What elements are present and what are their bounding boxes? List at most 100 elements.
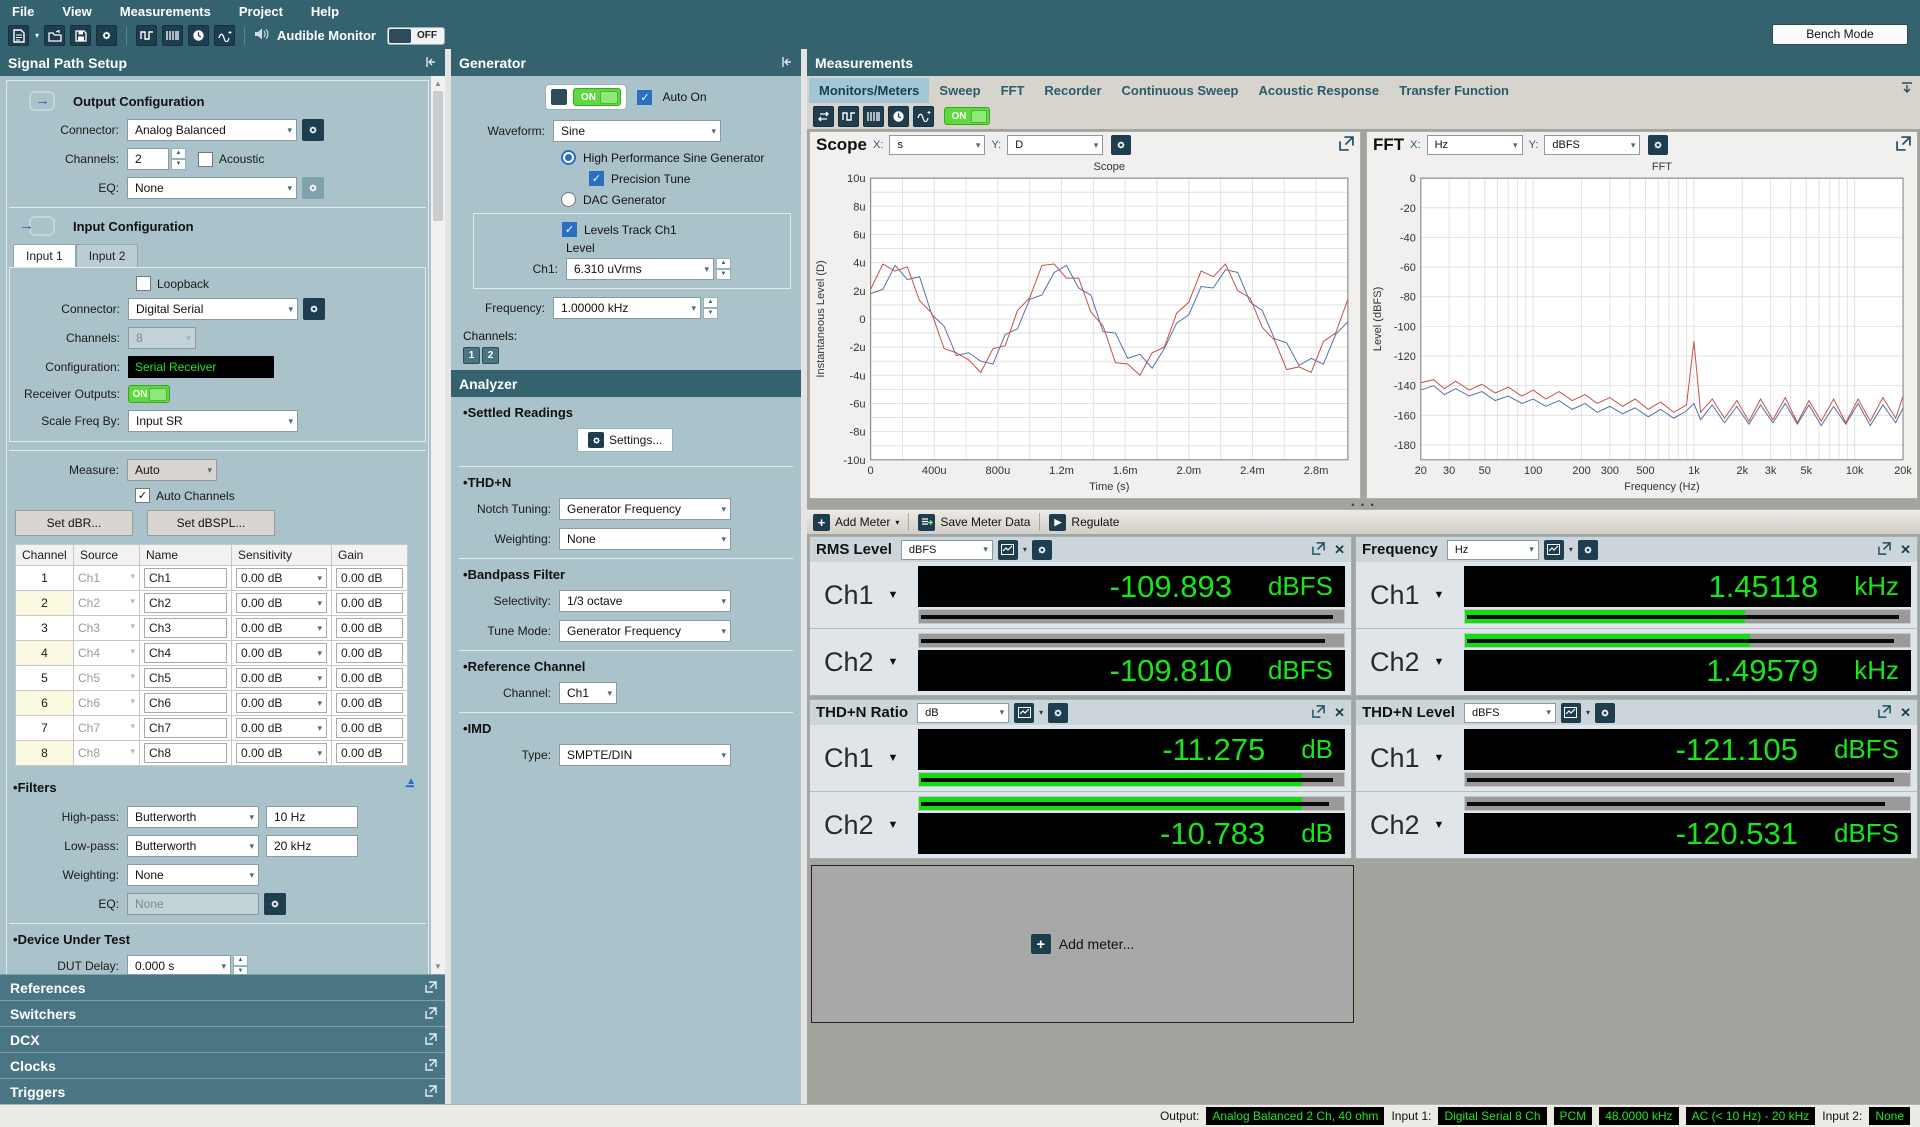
digital-bars-icon[interactable] [162,25,184,46]
low-pass-select[interactable]: Butterworth ▾ [127,835,259,857]
sensitivity-select[interactable]: 0.00 dB ▾ [236,643,327,663]
gain-select[interactable]: 0.00 dB [336,568,403,588]
meter-graph-icon[interactable] [997,539,1018,560]
ref-channel-select[interactable]: Ch1 ▾ [559,682,617,704]
high-pass-freq-input[interactable]: 10 Hz [266,806,358,828]
meter-settings-icon[interactable] [1594,702,1615,723]
low-pass-freq-input[interactable]: 20 kHz [266,835,358,857]
digital-bars-icon[interactable] [863,105,884,127]
audible-monitor-toggle[interactable]: OFF [386,26,445,45]
square-wave-icon[interactable] [838,105,859,127]
settled-settings-button[interactable]: Settings... [577,428,674,452]
meter-close-icon[interactable]: ✕ [1900,705,1911,721]
menu-help[interactable]: Help [311,4,339,19]
scope-y-units-select[interactable]: D ▾ [1007,135,1104,155]
gain-select[interactable]: 0.00 dB [336,643,403,663]
meter-close-icon[interactable]: ✕ [1334,705,1345,721]
meter-unit-select[interactable]: dBFS ▾ [1463,702,1556,723]
open-project-icon[interactable] [44,25,66,46]
section-clocks[interactable]: Clocks [0,1052,445,1078]
output-connector-settings-icon[interactable] [302,119,324,141]
tab-input-1[interactable]: Input 1 [13,244,76,267]
meter-graph-icon[interactable] [1543,539,1564,560]
gain-select[interactable]: 0.00 dB [336,693,403,713]
name-input[interactable]: Ch5 [144,668,227,688]
save-meter-data-button[interactable]: Save Meter Data [918,513,1030,531]
filters-eq-settings-icon[interactable] [264,893,286,915]
sensitivity-select[interactable]: 0.00 dB ▾ [236,743,327,763]
tab-fft[interactable]: FFT [991,78,1035,103]
sensitivity-select[interactable]: 0.00 dB ▾ [236,568,327,588]
meter-settings-icon[interactable] [1048,702,1069,723]
meter-unit-select[interactable]: dB ▾ [917,702,1010,723]
channel-selector[interactable]: Ch2 ▼ [1356,792,1464,858]
save-project-icon[interactable] [70,25,92,46]
menu-measurements[interactable]: Measurements [120,4,211,19]
channel-selector[interactable]: Ch2 ▼ [810,792,918,858]
meter-graph-icon[interactable] [1560,702,1581,723]
generator-on-toggle[interactable]: ON [545,84,628,110]
section-dcx[interactable]: DCX [0,1026,445,1052]
loopback-checkbox[interactable] [136,276,151,291]
input-connector-settings-icon[interactable] [303,298,325,320]
hp-sine-radio[interactable] [561,150,576,165]
output-channels-stepper[interactable]: ▲ ▼ [171,148,186,170]
output-eq-select[interactable]: None ▾ [127,177,297,199]
gain-select[interactable]: 0.00 dB [336,743,403,763]
gain-select[interactable]: 0.00 dB [336,618,403,638]
name-input[interactable]: Ch4 [144,643,227,663]
new-project-dropdown-icon[interactable]: ▾ [35,31,39,40]
channel-selector[interactable]: Ch1 ▼ [1356,562,1464,628]
high-pass-select[interactable]: Butterworth ▾ [127,806,259,828]
output-channels-input[interactable]: 2 [127,148,169,170]
name-input[interactable]: Ch8 [144,743,227,763]
scope-settings-icon[interactable] [1111,135,1132,155]
sensitivity-select[interactable]: 0.00 dB ▾ [236,693,327,713]
gain-select[interactable]: 0.00 dB [336,668,403,688]
menu-file[interactable]: File [12,4,34,19]
levels-track-checkbox[interactable]: ✓ [562,222,577,237]
channel-selector[interactable]: Ch2 ▼ [810,629,918,695]
precision-tune-checkbox[interactable]: ✓ [589,171,604,186]
ch1-level-stepper[interactable]: ▲ ▼ [716,258,731,280]
tune-mode-select[interactable]: Generator Frequency ▾ [559,620,731,642]
tab-input-2[interactable]: Input 2 [75,244,139,267]
new-project-icon[interactable] [8,25,29,46]
meter-graph-icon[interactable] [1014,702,1035,723]
fft-popout-icon[interactable] [1896,136,1911,154]
channel-selector[interactable]: Ch1 ▼ [810,562,918,628]
fft-y-units-select[interactable]: dBFS ▾ [1544,135,1641,155]
loop-arrows-icon[interactable] [813,105,834,127]
gain-select[interactable]: 0.00 dB [336,718,403,738]
square-wave-icon[interactable] [136,25,158,46]
add-meter-button[interactable]: + Add Meter ▾ [813,513,899,531]
tab-transfer-function[interactable]: Transfer Function [1389,78,1519,103]
speaker-icon[interactable] [254,27,270,44]
notch-tuning-select[interactable]: Generator Frequency ▾ [559,498,731,520]
tab-sweep[interactable]: Sweep [929,78,990,103]
settings-gear-icon[interactable] [96,25,118,46]
clock-icon[interactable] [888,105,909,127]
collapse-panel-icon[interactable] [1900,81,1914,97]
panel-pin-icon[interactable] [425,55,437,71]
scope-popout-icon[interactable] [1339,136,1354,154]
meter-close-icon[interactable]: ✕ [1334,542,1345,558]
acoustic-checkbox[interactable] [198,151,213,167]
clock-icon[interactable] [188,25,210,46]
meter-settings-icon[interactable] [1577,539,1598,560]
auto-on-checkbox[interactable]: ✓ [637,89,653,105]
sensitivity-select[interactable]: 0.00 dB ▾ [236,618,327,638]
output-connector-select[interactable]: Analog Balanced ▾ [127,119,297,141]
gain-select[interactable]: 0.00 dB [336,593,403,613]
tab-acoustic-response[interactable]: Acoustic Response [1249,78,1390,103]
bench-mode-button[interactable]: Bench Mode [1772,24,1908,45]
selectivity-select[interactable]: 1/3 octave ▾ [559,590,731,612]
section-references[interactable]: References [0,974,445,1000]
section-triggers[interactable]: Triggers [0,1078,445,1104]
horizontal-splitter[interactable]: • • • [807,500,1920,510]
sensitivity-select[interactable]: 0.00 dB ▾ [236,668,327,688]
frequency-stepper[interactable]: ▲ ▼ [703,297,718,319]
weighting-select[interactable]: None ▾ [127,864,259,886]
tab-continuous-sweep[interactable]: Continuous Sweep [1112,78,1249,103]
scope-x-units-select[interactable]: s ▾ [889,135,986,155]
